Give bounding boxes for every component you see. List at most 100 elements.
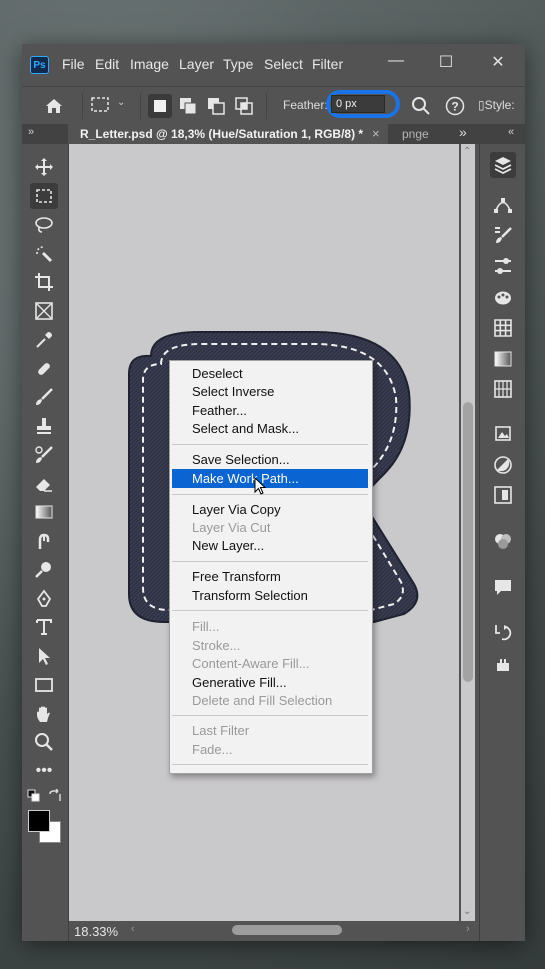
menu-item-free-transform[interactable]: Free Transform — [172, 567, 368, 586]
default-colors-icon[interactable] — [27, 789, 41, 803]
gradients-panel-icon[interactable] — [492, 348, 514, 370]
new-selection-button[interactable] — [148, 94, 172, 118]
panel-collapse-left[interactable]: » — [28, 126, 34, 138]
tab-next-document[interactable]: pnge — [402, 127, 429, 141]
clone-stamp-tool-icon[interactable] — [30, 413, 58, 439]
channels-panel-icon[interactable] — [492, 484, 514, 506]
zoom-tool-icon[interactable] — [30, 729, 58, 755]
smudge-tool-icon[interactable] — [30, 528, 58, 554]
search-icon[interactable] — [411, 96, 431, 116]
tab-close-icon[interactable]: × — [372, 126, 380, 141]
3d-materials-panel-icon[interactable] — [492, 530, 514, 552]
photoshop-logo: Ps — [30, 56, 49, 74]
more-tools-icon[interactable]: ••• — [30, 758, 58, 784]
marquee-preset-icon[interactable] — [90, 96, 112, 114]
foreground-color-swatch[interactable] — [28, 810, 50, 832]
intersect-selection-icon[interactable] — [234, 96, 254, 116]
menu-filter[interactable]: Filter — [312, 56, 343, 72]
dodge-tool-icon[interactable] — [30, 557, 58, 583]
rectangular-marquee-tool-icon[interactable] — [30, 183, 58, 209]
options-bar: ⌄ Feather: 0 px ? ▯Style: — [22, 86, 525, 125]
scroll-right-icon[interactable]: › — [466, 923, 470, 935]
menu-item-make-work-path[interactable]: Make Work Path... — [172, 469, 368, 488]
color-panel-icon[interactable] — [492, 286, 514, 308]
menu-separator — [172, 715, 368, 716]
menu-item-last-filter: Last Filter — [192, 723, 250, 738]
horizontal-scroll-thumb[interactable] — [232, 925, 342, 935]
paths-panel-icon[interactable] — [492, 194, 514, 216]
menu-item-select-and-mask[interactable]: Select and Mask... — [172, 419, 368, 438]
history-panel-icon[interactable] — [492, 622, 514, 644]
menu-item-select-inverse[interactable]: Select Inverse — [172, 382, 368, 401]
tab-active-document[interactable]: R_Letter.psd @ 18,3% (Hue/Saturation 1, … — [68, 124, 388, 144]
rectangle-tool-icon[interactable] — [30, 672, 58, 698]
vertical-scroll-thumb[interactable] — [463, 402, 473, 682]
chevron-down-icon[interactable]: ⌄ — [117, 97, 125, 108]
close-icon[interactable]: ✕ — [487, 52, 509, 72]
menu-select[interactable]: Select — [264, 56, 303, 72]
comments-panel-icon[interactable] — [492, 576, 514, 598]
move-tool-icon[interactable] — [30, 154, 58, 180]
object-selection-tool-icon[interactable] — [30, 241, 58, 267]
swatches-panel-icon[interactable] — [492, 317, 514, 339]
menu-layer[interactable]: Layer — [179, 56, 214, 72]
menu-item-feather[interactable]: Feather... — [172, 401, 368, 420]
menu-item-stroke: Stroke... — [192, 638, 241, 653]
menu-item-layer-via-cut: Layer Via Cut — [192, 520, 271, 535]
adjustments-panel-icon[interactable] — [492, 255, 514, 277]
menu-separator — [172, 494, 368, 495]
menu-item-generative-fill[interactable]: Generative Fill... — [172, 673, 368, 692]
frame-tool-icon[interactable] — [30, 298, 58, 324]
tabs-overflow-icon[interactable]: » — [459, 124, 467, 140]
context-menu: Deselect Select Inverse Feather... Selec… — [169, 360, 373, 774]
brush-settings-panel-icon[interactable] — [492, 224, 514, 246]
zoom-level[interactable]: 18.33% — [74, 924, 118, 939]
patterns-panel-icon[interactable] — [492, 378, 514, 400]
menu-type[interactable]: Type — [223, 56, 253, 72]
maximize-icon[interactable]: ☐ — [435, 52, 457, 72]
layers-panel-icon[interactable] — [490, 152, 516, 178]
minimize-icon[interactable]: — — [385, 52, 407, 70]
history-brush-tool-icon[interactable] — [30, 442, 58, 468]
pen-tool-icon[interactable] — [30, 586, 58, 612]
menu-item-layer-via-copy[interactable]: Layer Via Copy — [172, 500, 368, 519]
menu-image[interactable]: Image — [130, 56, 169, 72]
eraser-tool-icon[interactable] — [30, 471, 58, 497]
gradient-tool-icon[interactable] — [30, 499, 58, 525]
hand-tool-icon[interactable] — [30, 701, 58, 727]
lasso-tool-icon[interactable] — [30, 212, 58, 238]
tab-title: R_Letter.psd @ 18,3% (Hue/Saturation 1, … — [80, 127, 364, 141]
menu-item-save-selection[interactable]: Save Selection... — [172, 450, 368, 469]
document-tab-bar: » R_Letter.psd @ 18,3% (Hue/Saturation 1… — [22, 124, 525, 144]
add-to-selection-icon[interactable] — [178, 96, 198, 116]
subtract-from-selection-icon[interactable] — [206, 96, 226, 116]
menu-item-fade: Fade... — [192, 742, 233, 757]
menu-item-new-layer[interactable]: New Layer... — [172, 536, 368, 555]
eyedropper-tool-icon[interactable] — [30, 327, 58, 353]
crop-tool-icon[interactable] — [30, 269, 58, 295]
menu-file[interactable]: File — [62, 56, 85, 72]
help-icon[interactable]: ? — [445, 96, 465, 116]
spot-healing-brush-icon[interactable] — [30, 356, 58, 382]
home-icon[interactable] — [44, 96, 64, 116]
tools-panel: ••• — [22, 144, 69, 941]
brush-tool-icon[interactable] — [30, 384, 58, 410]
feather-input[interactable]: 0 px — [331, 95, 385, 113]
swap-colors-icon[interactable] — [48, 789, 62, 803]
menu-separator — [172, 561, 368, 562]
path-selection-tool-icon[interactable] — [30, 643, 58, 669]
divider — [266, 93, 267, 119]
panel-collapse-right[interactable]: « — [508, 126, 514, 138]
scroll-left-icon[interactable]: ‹ — [131, 923, 135, 935]
divider — [140, 93, 141, 119]
menu-item-fill: Fill... — [192, 619, 220, 634]
menu-edit[interactable]: Edit — [95, 56, 119, 72]
properties-panel-icon[interactable] — [492, 454, 514, 476]
menu-item-transform-selection[interactable]: Transform Selection — [172, 586, 368, 605]
menu-item-deselect[interactable]: Deselect — [172, 364, 368, 383]
plugins-panel-icon[interactable] — [492, 654, 514, 676]
style-label: ▯Style: — [478, 98, 515, 112]
libraries-panel-icon[interactable] — [492, 422, 514, 444]
type-tool-icon[interactable] — [30, 614, 58, 640]
svg-text:?: ? — [451, 100, 458, 114]
